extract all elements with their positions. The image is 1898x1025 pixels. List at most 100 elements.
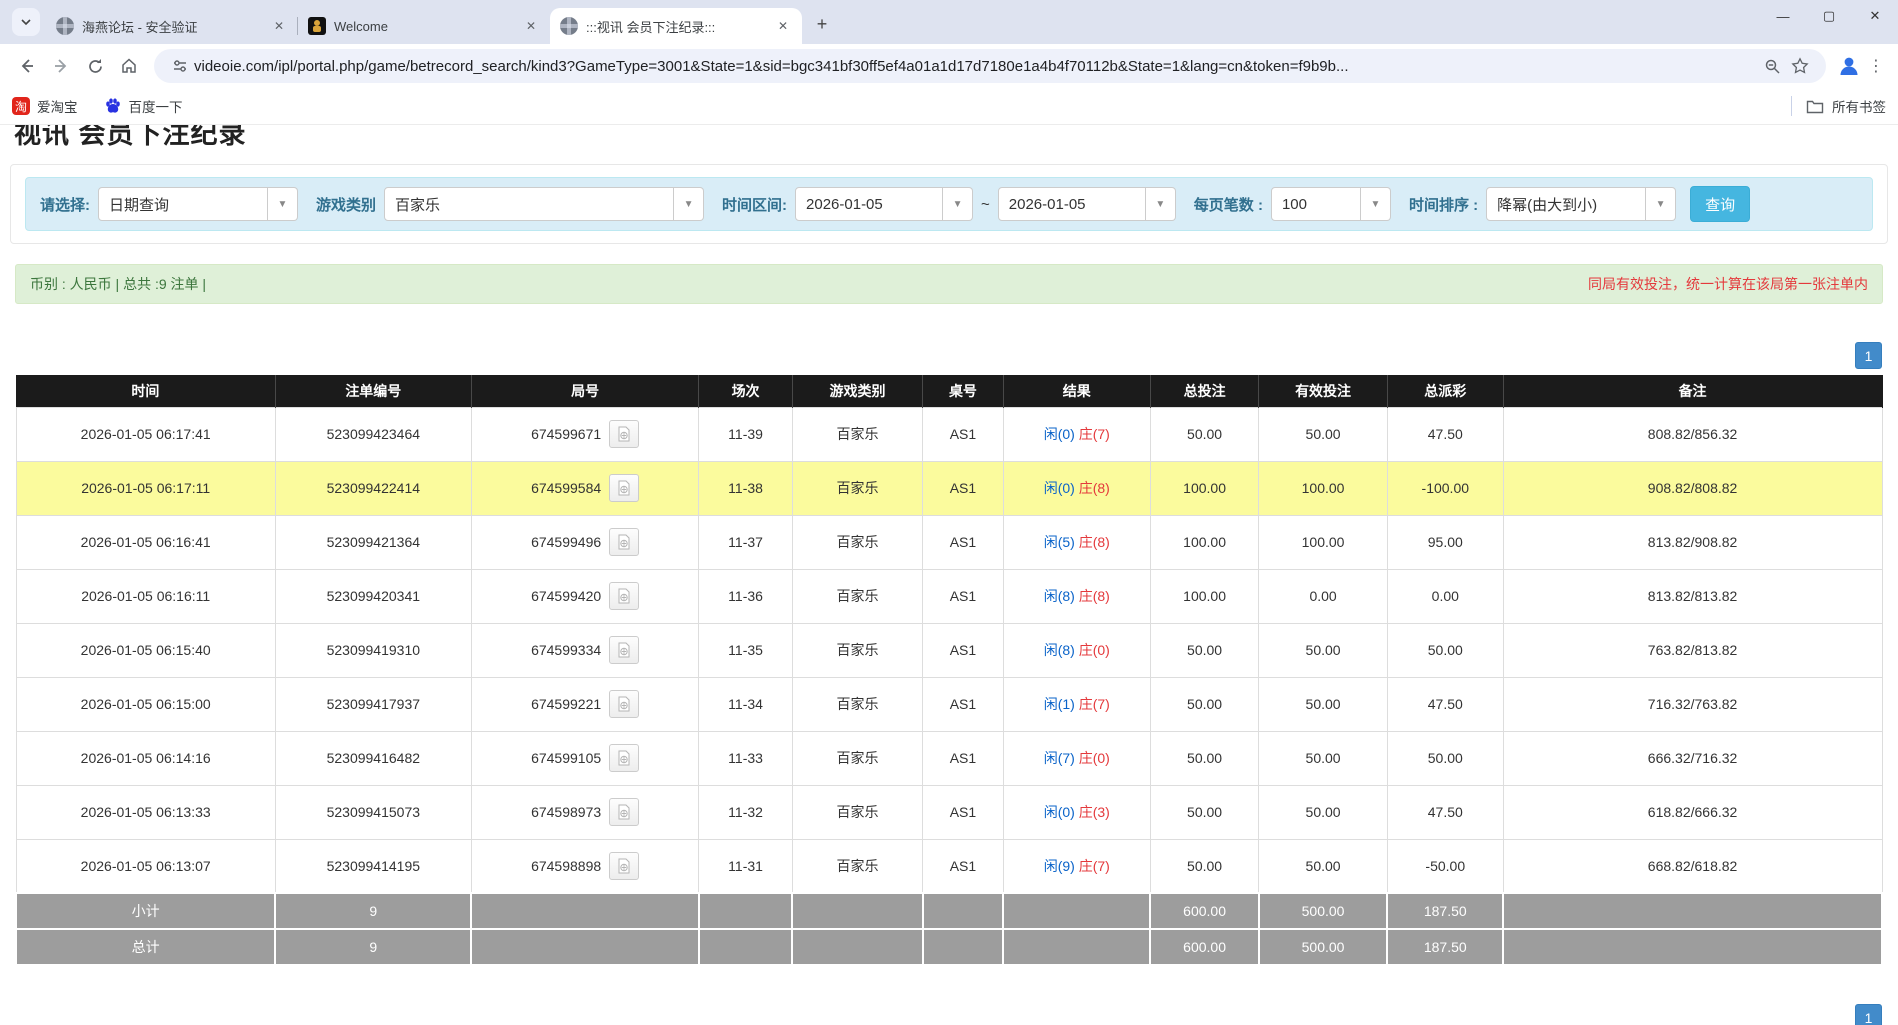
- note-cell: 666.32/716.32: [1503, 731, 1882, 785]
- game-type-dropdown-button[interactable]: ▼: [674, 187, 704, 221]
- bookmark-taobao[interactable]: 淘 爱淘宝: [12, 96, 78, 116]
- address-bar[interactable]: videoie.com/ipl/portal.php/game/betrecor…: [154, 49, 1826, 83]
- site-settings-icon[interactable]: [166, 52, 194, 80]
- video-replay-button[interactable]: [609, 636, 639, 664]
- query-type-dropdown-button[interactable]: ▼: [268, 187, 298, 221]
- search-button[interactable]: 查询: [1690, 186, 1750, 222]
- note-cell: 813.82/813.82: [1503, 569, 1882, 623]
- round-number: 674599671: [531, 426, 601, 442]
- total-bet-link[interactable]: 50.00: [1150, 731, 1258, 785]
- video-replay-button[interactable]: [609, 528, 639, 556]
- banker-result: 庄(8): [1079, 480, 1110, 496]
- date-to-dropdown-button[interactable]: ▼: [1146, 187, 1176, 221]
- folder-icon: [1806, 99, 1824, 114]
- note-cell: 716.32/763.82: [1503, 677, 1882, 731]
- total-bet-link[interactable]: 50.00: [1150, 623, 1258, 677]
- video-replay-button[interactable]: [609, 420, 639, 448]
- video-replay-button[interactable]: [609, 744, 639, 772]
- payout-cell: 47.50: [1387, 407, 1503, 461]
- profile-avatar[interactable]: [1834, 51, 1864, 81]
- total-bet-link[interactable]: 50.00: [1150, 677, 1258, 731]
- round-number: 674598898: [531, 858, 601, 874]
- minimize-button[interactable]: —: [1760, 0, 1806, 32]
- back-button[interactable]: [10, 49, 44, 83]
- video-replay-button[interactable]: [609, 798, 639, 826]
- select-type-label: 请选择:: [40, 194, 90, 215]
- maximize-button[interactable]: ▢: [1806, 0, 1852, 32]
- tab-search-button[interactable]: [12, 8, 40, 36]
- all-bookmarks-button[interactable]: 所有书签: [1806, 96, 1886, 116]
- tab-bet-records-active[interactable]: :::视讯 会员下注纪录::: ✕: [550, 8, 802, 44]
- page-1-button[interactable]: 1: [1855, 342, 1882, 369]
- taobao-icon: 淘: [12, 97, 30, 115]
- new-tab-button[interactable]: +: [808, 10, 836, 38]
- total-bet-link[interactable]: 50.00: [1150, 839, 1258, 893]
- bet-id-cell: 523099416482: [275, 731, 471, 785]
- date-from-combo: ▼: [795, 187, 973, 221]
- video-replay-button[interactable]: [609, 582, 639, 610]
- date-range-tilde: ~: [981, 196, 990, 213]
- time-cell: 2026-01-05 06:13:07: [16, 839, 275, 893]
- bet-id-cell: 523099423464: [275, 407, 471, 461]
- bookmark-baidu[interactable]: 百度一下: [104, 96, 183, 116]
- total-valid-bet: 500.00: [1259, 929, 1388, 965]
- date-to-input[interactable]: [998, 187, 1146, 221]
- sort-order-dropdown-button[interactable]: ▼: [1646, 187, 1676, 221]
- tab-close-icon[interactable]: ✕: [270, 17, 288, 35]
- sort-order-input[interactable]: [1486, 187, 1646, 221]
- banker-result: 庄(7): [1079, 858, 1110, 874]
- round-id-cell: 674599420: [471, 569, 699, 623]
- game-type-cell: 百家乐: [792, 839, 923, 893]
- page-1-button[interactable]: 1: [1855, 1004, 1882, 1025]
- game-type-cell: 百家乐: [792, 623, 923, 677]
- reload-button[interactable]: [78, 49, 112, 83]
- date-from-input[interactable]: [795, 187, 943, 221]
- table-number-cell: AS1: [923, 785, 1003, 839]
- page-size-dropdown-button[interactable]: ▼: [1361, 187, 1391, 221]
- browser-tab-strip: 海燕论坛 - 安全验证 ✕ Welcome ✕ :::视讯 会员下注纪录::: …: [0, 0, 1898, 44]
- game-type-input[interactable]: [384, 187, 674, 221]
- result-cell: 闲(1) 庄(7): [1003, 677, 1150, 731]
- subtotal-label: 小计: [16, 893, 275, 929]
- player-result: 闲(9): [1044, 858, 1079, 874]
- game-type-cell: 百家乐: [792, 785, 923, 839]
- result-cell: 闲(0) 庄(3): [1003, 785, 1150, 839]
- forward-button[interactable]: [44, 49, 78, 83]
- zoom-out-icon[interactable]: [1758, 52, 1786, 80]
- time-cell: 2026-01-05 06:15:00: [16, 677, 275, 731]
- player-result: 闲(0): [1044, 426, 1079, 442]
- video-replay-button[interactable]: [609, 852, 639, 880]
- table-row: 2026-01-05 06:15:00 523099417937 6745992…: [16, 677, 1882, 731]
- table-number-cell: AS1: [923, 461, 1003, 515]
- tab-close-icon[interactable]: ✕: [774, 17, 792, 35]
- date-from-dropdown-button[interactable]: ▼: [943, 187, 973, 221]
- browser-menu-button[interactable]: ⋮: [1864, 51, 1888, 81]
- tab-haiyan-forum[interactable]: 海燕论坛 - 安全验证 ✕: [46, 8, 298, 44]
- game-type-cell: 百家乐: [792, 677, 923, 731]
- total-bet-link[interactable]: 50.00: [1150, 785, 1258, 839]
- video-replay-button[interactable]: [609, 474, 639, 502]
- column-header: 时间: [16, 375, 275, 407]
- page-size-input[interactable]: [1271, 187, 1361, 221]
- payout-cell: -50.00: [1387, 839, 1503, 893]
- total-bet-link[interactable]: 100.00: [1150, 569, 1258, 623]
- tab-close-icon[interactable]: ✕: [522, 17, 540, 35]
- total-bet-link[interactable]: 100.00: [1150, 515, 1258, 569]
- close-button[interactable]: ✕: [1852, 0, 1898, 32]
- query-type-input[interactable]: [98, 187, 268, 221]
- tab-welcome[interactable]: Welcome ✕: [298, 8, 550, 44]
- total-bet-link[interactable]: 100.00: [1150, 461, 1258, 515]
- total-bet-link[interactable]: 50.00: [1150, 407, 1258, 461]
- table-row: 2026-01-05 06:16:11 523099420341 6745994…: [16, 569, 1882, 623]
- subtotal-valid-bet: 500.00: [1259, 893, 1388, 929]
- time-cell: 2026-01-05 06:16:11: [16, 569, 275, 623]
- star-icon: [1791, 57, 1809, 75]
- bookmark-star-icon[interactable]: [1786, 52, 1814, 80]
- column-header: 桌号: [923, 375, 1003, 407]
- payout-cell: 95.00: [1387, 515, 1503, 569]
- column-header: 场次: [699, 375, 792, 407]
- video-replay-button[interactable]: [609, 690, 639, 718]
- result-cell: 闲(8) 庄(0): [1003, 623, 1150, 677]
- home-button[interactable]: [112, 49, 146, 83]
- table-header-row: 时间注单编号局号场次游戏类别桌号结果总投注有效投注总派彩备注: [16, 375, 1882, 407]
